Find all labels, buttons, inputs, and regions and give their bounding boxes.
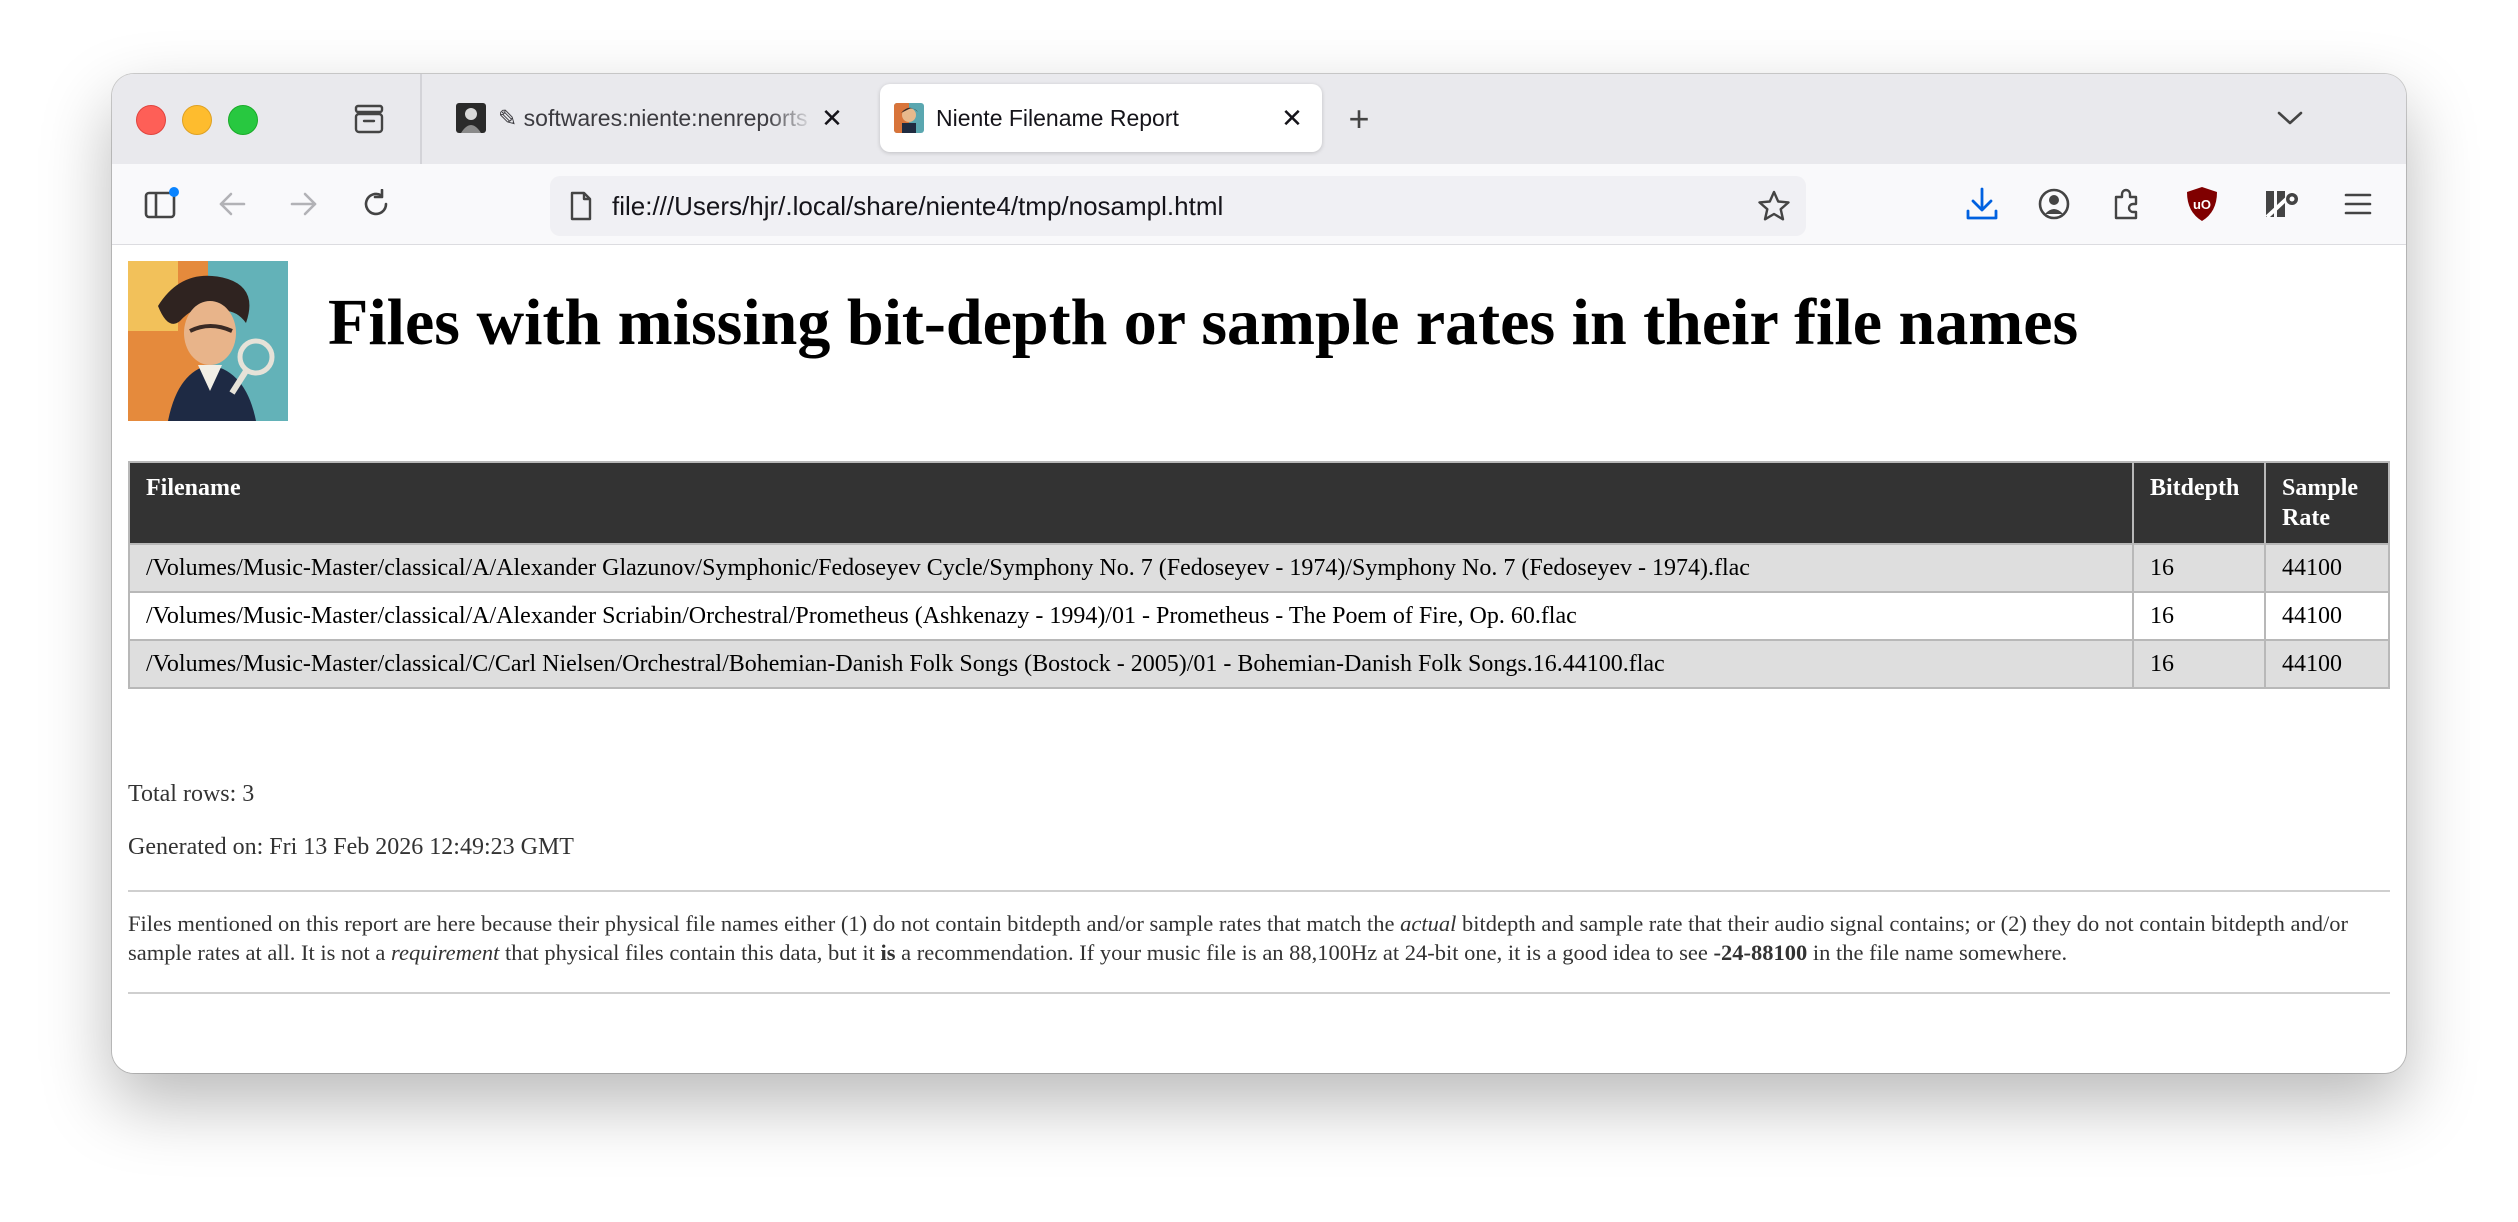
tab-divider [420, 74, 422, 164]
cell-bitdepth: 16 [2132, 639, 2266, 689]
note-emphasis-actual: actual [1400, 911, 1457, 936]
page-content: Files with missing bit-depth or sample r… [112, 245, 2406, 1073]
wiki-favicon-icon [456, 103, 486, 133]
note-strong-suffix: -24-88100 [1713, 940, 1808, 965]
tab-close-icon[interactable]: ✕ [1274, 100, 1310, 136]
browser-window: ✎ softwares:niente:nenreports [ ✕ Niente… [112, 74, 2406, 1073]
divider-top [128, 890, 2390, 892]
tab-title: Niente Filename Report [936, 104, 1179, 131]
tab-title: ✎ softwares:niente:nenreports [ [498, 104, 814, 131]
table-row: /Volumes/Music-Master/classical/A/Alexan… [128, 591, 2390, 641]
report-table: Filename Bitdepth Sample Rate /Volumes/Mu… [128, 461, 2390, 689]
table-row: /Volumes/Music-Master/classical/A/Alexan… [128, 543, 2390, 593]
tab-overview-icon[interactable] [352, 102, 386, 136]
table-row: /Volumes/Music-Master/classical/C/Carl N… [128, 639, 2390, 689]
forward-icon[interactable] [284, 184, 324, 224]
note-text-5: in the file name somewhere. [1807, 940, 2068, 965]
close-window-button[interactable] [136, 105, 166, 135]
back-icon[interactable] [212, 184, 252, 224]
tab-strip: ✎ softwares:niente:nenreports [ ✕ Niente… [112, 74, 2406, 164]
ublock-icon[interactable]: uO [2180, 182, 2224, 226]
bookmark-star-icon[interactable] [1756, 188, 1792, 224]
table-header-row: Filename Bitdepth Sample Rate [128, 461, 2390, 545]
header-sample-rate: Sample Rate [2264, 461, 2390, 545]
tab-niente-report[interactable]: Niente Filename Report ✕ [880, 84, 1322, 152]
tab-niente-wiki[interactable]: ✎ softwares:niente:nenreports [ ✕ [442, 84, 862, 152]
note-emphasis-requirement: requirement [391, 940, 500, 965]
downloads-icon[interactable] [1960, 182, 2004, 226]
cell-sample-rate: 44100 [2264, 639, 2390, 689]
cell-sample-rate: 44100 [2264, 543, 2390, 593]
url-bar[interactable]: file:///Users/hjr/.local/share/niente4/t… [550, 176, 1806, 236]
extensions-icon[interactable] [2104, 182, 2148, 226]
tab-list-chevron-icon[interactable] [2272, 100, 2308, 136]
cell-sample-rate: 44100 [2264, 591, 2390, 641]
zoom-window-button[interactable] [228, 105, 258, 135]
extension-tool-icon[interactable] [2260, 182, 2304, 226]
header-filename: Filename [128, 461, 2134, 545]
new-tab-button[interactable]: + [1340, 98, 1378, 139]
note-text-4: a recommendation. If your music file is … [895, 940, 1714, 965]
minimize-window-button[interactable] [182, 105, 212, 135]
svg-text:uO: uO [2193, 197, 2211, 212]
cell-filename: /Volumes/Music-Master/classical/C/Carl N… [128, 639, 2134, 689]
note-text-1: Files mentioned on this report are here … [128, 911, 1401, 936]
navigation-toolbar: file:///Users/hjr/.local/share/niente4/t… [112, 164, 2406, 245]
note-text-3: that physical files contain this data, b… [499, 940, 881, 965]
url-text: file:///Users/hjr/.local/share/niente4/t… [612, 190, 1224, 221]
report-note: Files mentioned on this report are here … [128, 909, 2390, 967]
tab-close-icon[interactable]: ✕ [814, 100, 850, 136]
generated-on: Generated on: Fri 13 Feb 2026 12:49:23 G… [128, 834, 574, 860]
header-sample-rate-line2: Rate [2282, 505, 2330, 531]
cell-bitdepth: 16 [2132, 543, 2266, 593]
total-rows: Total rows: 3 [128, 781, 255, 807]
menu-icon[interactable] [2336, 182, 2380, 226]
reload-icon[interactable] [356, 184, 396, 224]
cell-filename: /Volumes/Music-Master/classical/A/Alexan… [128, 591, 2134, 641]
header-sample-rate-line1: Sample [2282, 475, 2359, 501]
account-icon[interactable] [2032, 182, 2076, 226]
header-bitdepth: Bitdepth [2132, 461, 2266, 545]
beethoven-portrait [128, 261, 288, 421]
beethoven-favicon-icon [894, 103, 924, 133]
cell-bitdepth: 16 [2132, 591, 2266, 641]
sidebar-icon[interactable] [142, 184, 182, 224]
divider-bottom [128, 992, 2390, 994]
note-strong-is: is [880, 940, 896, 965]
page-icon [566, 191, 596, 221]
cell-filename: /Volumes/Music-Master/classical/A/Alexan… [128, 543, 2134, 593]
page-title: Files with missing bit-depth or sample r… [328, 286, 2079, 359]
